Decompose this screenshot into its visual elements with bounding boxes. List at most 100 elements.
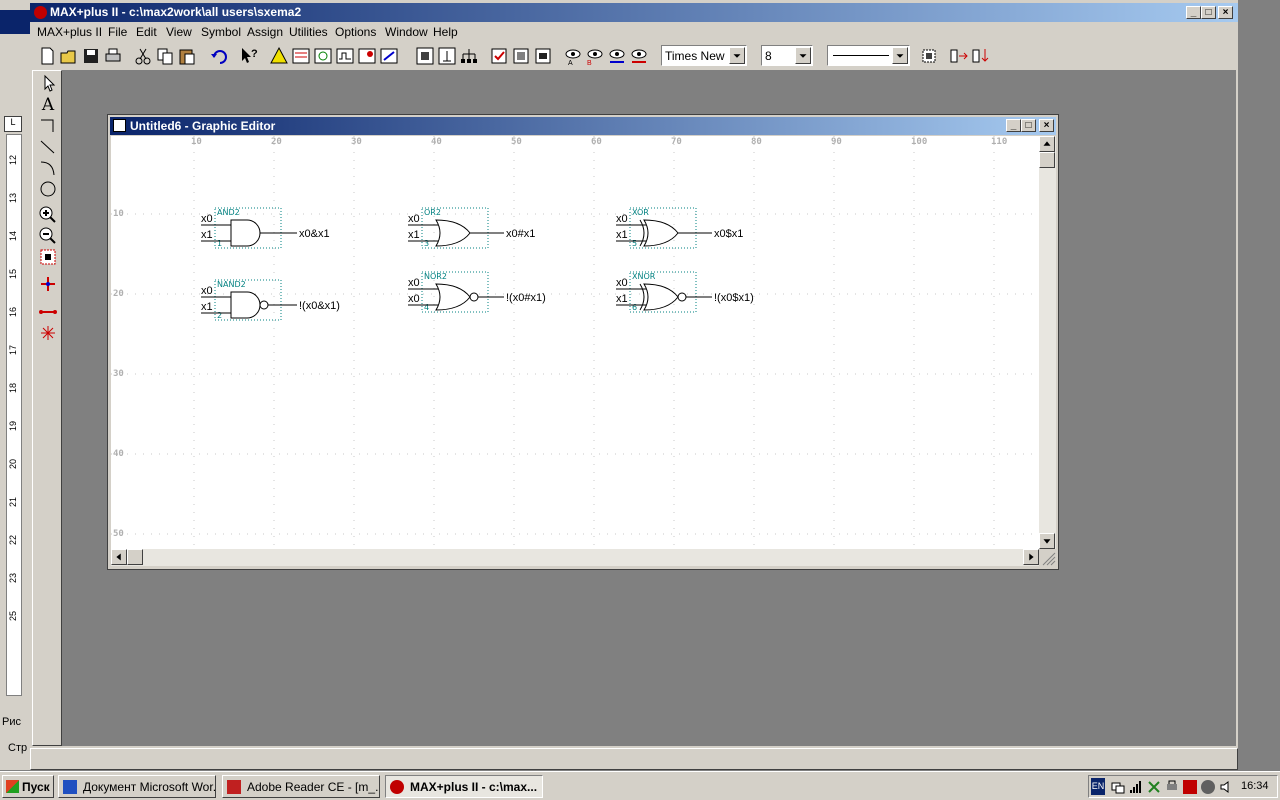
vertical-scroll-thumb[interactable]: [1039, 152, 1055, 168]
hierarchy-up-icon[interactable]: [436, 45, 458, 67]
editor-minimize-button[interactable]: _: [1006, 119, 1021, 132]
flip-vertical-icon[interactable]: [970, 45, 992, 67]
minimize-button[interactable]: _: [1186, 6, 1201, 19]
gate-type-label: XOR: [632, 208, 649, 217]
save-icon[interactable]: [80, 45, 102, 67]
schematic-canvas[interactable]: 10 20 30 40 50 60 70 80 90 100 110 10 20 30 40 50 AND2…: [111, 136, 1039, 549]
main-titlebar: MAX+plus II - c:\max2work\all users\sxem…: [30, 3, 1238, 22]
fit-window-icon[interactable]: [918, 45, 940, 67]
start-button[interactable]: Пуск: [2, 775, 54, 798]
schematic-drawing: 10 20 30 40 50 60 70 80 90 100 110 10 20 30 40 50 AND2…: [111, 136, 1039, 549]
hierarchy-tree-icon[interactable]: [458, 45, 480, 67]
bg-label-ris: Рис: [2, 716, 21, 728]
scroll-left-icon[interactable]: [111, 549, 127, 565]
output-pin-label: x0&x1: [299, 228, 330, 240]
editor-maximize-button[interactable]: □: [1021, 119, 1036, 132]
find-node-icon[interactable]: [606, 45, 628, 67]
line-dropdown-icon[interactable]: [892, 47, 908, 64]
simulate-icon[interactable]: [510, 45, 532, 67]
ruler-left-label: 50: [113, 529, 124, 539]
maximize-button[interactable]: □: [1201, 6, 1216, 19]
cut-icon[interactable]: [132, 45, 154, 67]
toolbar: ? A B Times New 8: [30, 42, 1238, 68]
close-button[interactable]: ×: [1218, 6, 1233, 19]
floorplan-icon[interactable]: [312, 45, 334, 67]
simulator-icon[interactable]: [334, 45, 356, 67]
menu-options[interactable]: Options: [335, 25, 376, 39]
connect-dot-icon[interactable]: [36, 302, 60, 322]
program-icon[interactable]: [532, 45, 554, 67]
print-icon[interactable]: [102, 45, 124, 67]
gate-number-label: 5: [632, 239, 637, 248]
circle-tool-icon[interactable]: [36, 179, 60, 199]
diagonal-line-icon[interactable]: [36, 137, 60, 157]
font-select[interactable]: Times New: [661, 45, 747, 66]
usb-icon[interactable]: [1165, 780, 1179, 794]
line-style-select[interactable]: [827, 45, 910, 66]
network-icon[interactable]: [1111, 780, 1125, 794]
undo-icon[interactable]: [208, 45, 230, 67]
font-size-select[interactable]: 8: [761, 45, 813, 66]
task-maxplus[interactable]: MAX+plus II - c:\max...: [385, 775, 543, 798]
menu-assign[interactable]: Assign: [247, 25, 283, 39]
arc-tool-icon[interactable]: [36, 158, 60, 178]
new-icon[interactable]: [36, 45, 58, 67]
timing-icon[interactable]: [356, 45, 378, 67]
scroll-up-icon[interactable]: [1039, 136, 1055, 152]
zoom-out-icon[interactable]: [36, 226, 60, 246]
copy-icon[interactable]: [154, 45, 176, 67]
ruler-left-label: 20: [113, 289, 124, 299]
antivirus-icon[interactable]: [1183, 780, 1197, 794]
find-error-icon[interactable]: [628, 45, 650, 67]
connect-toggle-icon[interactable]: [36, 323, 60, 343]
volume-icon[interactable]: [1219, 780, 1233, 794]
compile-icon[interactable]: [488, 45, 510, 67]
menu-view[interactable]: View: [166, 25, 192, 39]
task-word[interactable]: Документ Microsoft Wor...: [58, 775, 216, 798]
compiler-icon[interactable]: [268, 45, 290, 67]
hierarchy-icon[interactable]: [290, 45, 312, 67]
editor-close-button[interactable]: ×: [1039, 119, 1054, 132]
menu-symbol[interactable]: Symbol: [201, 25, 241, 39]
orthogonal-line-icon[interactable]: [36, 116, 60, 136]
open-gde-icon[interactable]: [414, 45, 436, 67]
bg-ruler-number: 22: [8, 534, 19, 546]
inverter-bubble: [677, 292, 687, 302]
text-tool-icon[interactable]: A: [36, 95, 60, 115]
scroll-right-icon[interactable]: [1023, 549, 1039, 565]
language-indicator[interactable]: EN: [1091, 778, 1105, 795]
menu-edit[interactable]: Edit: [136, 25, 157, 39]
size-dropdown-icon[interactable]: [795, 47, 811, 64]
menu-utilities[interactable]: Utilities: [289, 25, 328, 39]
horizontal-scroll-thumb[interactable]: [127, 549, 143, 565]
scroll-down-icon[interactable]: [1039, 533, 1055, 549]
select-pointer-icon[interactable]: [36, 74, 60, 94]
find-icon[interactable]: A: [562, 45, 584, 67]
xor-extra-arc: [639, 283, 645, 311]
windows-logo-icon: [6, 780, 19, 793]
paste-icon[interactable]: [176, 45, 198, 67]
resize-grip-icon[interactable]: [1039, 549, 1056, 566]
task-word-label: Документ Microsoft Wor...: [83, 780, 216, 794]
flip-horizontal-icon[interactable]: [948, 45, 970, 67]
menu-help[interactable]: Help: [433, 25, 458, 39]
programmer-icon[interactable]: [378, 45, 400, 67]
fit-in-window-icon[interactable]: [36, 247, 60, 267]
media-icon[interactable]: [1201, 780, 1215, 794]
signal-icon[interactable]: [1129, 780, 1143, 794]
find-replace-icon[interactable]: B: [584, 45, 606, 67]
editor-horizontal-scrollbar[interactable]: [111, 549, 1039, 566]
open-icon[interactable]: [58, 45, 80, 67]
gate-type-label: OR2: [424, 208, 441, 217]
menu-maxplus[interactable]: MAX+plus II: [37, 25, 102, 39]
zoom-in-icon[interactable]: [36, 205, 60, 225]
editor-vertical-scrollbar[interactable]: [1039, 136, 1056, 549]
menu-window[interactable]: Window: [385, 25, 428, 39]
tools-icon[interactable]: [1147, 780, 1161, 794]
help-pointer-icon[interactable]: ?: [238, 45, 260, 67]
menu-file[interactable]: File: [108, 25, 127, 39]
clock[interactable]: 16:34: [1241, 780, 1269, 792]
font-dropdown-icon[interactable]: [729, 47, 745, 64]
rubberbanding-icon[interactable]: [36, 274, 60, 294]
task-adobe[interactable]: Adobe Reader CE - [m_...: [222, 775, 380, 798]
